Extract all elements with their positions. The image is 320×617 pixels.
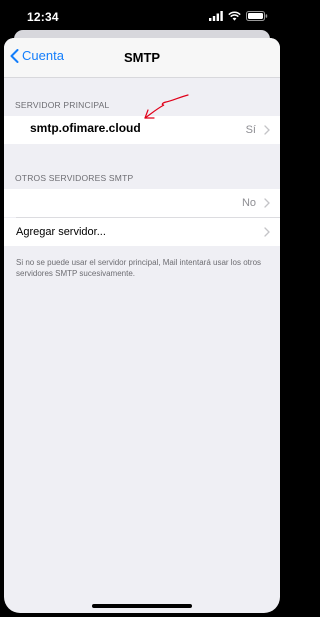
status-time: 12:34: [27, 10, 59, 24]
primary-server-header: SERVIDOR PRINCIPAL: [15, 100, 110, 110]
primary-server-value: Sí: [245, 124, 256, 136]
chevron-right-icon: [264, 227, 270, 237]
smtp-sheet: Cuenta SMTP SERVIDOR PRINCIPAL Sí OTROS …: [4, 38, 280, 613]
battery-icon: [246, 11, 268, 21]
other-server-value: No: [241, 197, 256, 209]
other-servers-header: OTROS SERVIDORES SMTP: [15, 173, 134, 183]
add-server-label: Agregar servidor...: [16, 226, 106, 238]
phone-frame: 12:34 Cuenta SMTP SERVIDOR PRINCIPAL Sí …: [0, 0, 284, 617]
navigation-bar: Cuenta SMTP: [4, 38, 280, 78]
chevron-right-icon: [264, 125, 270, 135]
wifi-icon: [228, 11, 241, 21]
status-icons: [209, 11, 268, 21]
chevron-right-icon: [264, 198, 270, 208]
home-indicator: [92, 604, 192, 608]
other-server-row[interactable]: No: [4, 189, 280, 218]
server-name-annotation: smtp.ofimare.cloud: [30, 121, 141, 135]
red-arrow-annotation: [144, 94, 189, 119]
notch: [76, 0, 208, 22]
signal-icon: [209, 11, 223, 21]
add-server-row[interactable]: Agregar servidor...: [4, 218, 280, 246]
footer-note: Si no se puede usar el servidor principa…: [16, 258, 262, 278]
page-title: SMTP: [123, 50, 161, 65]
